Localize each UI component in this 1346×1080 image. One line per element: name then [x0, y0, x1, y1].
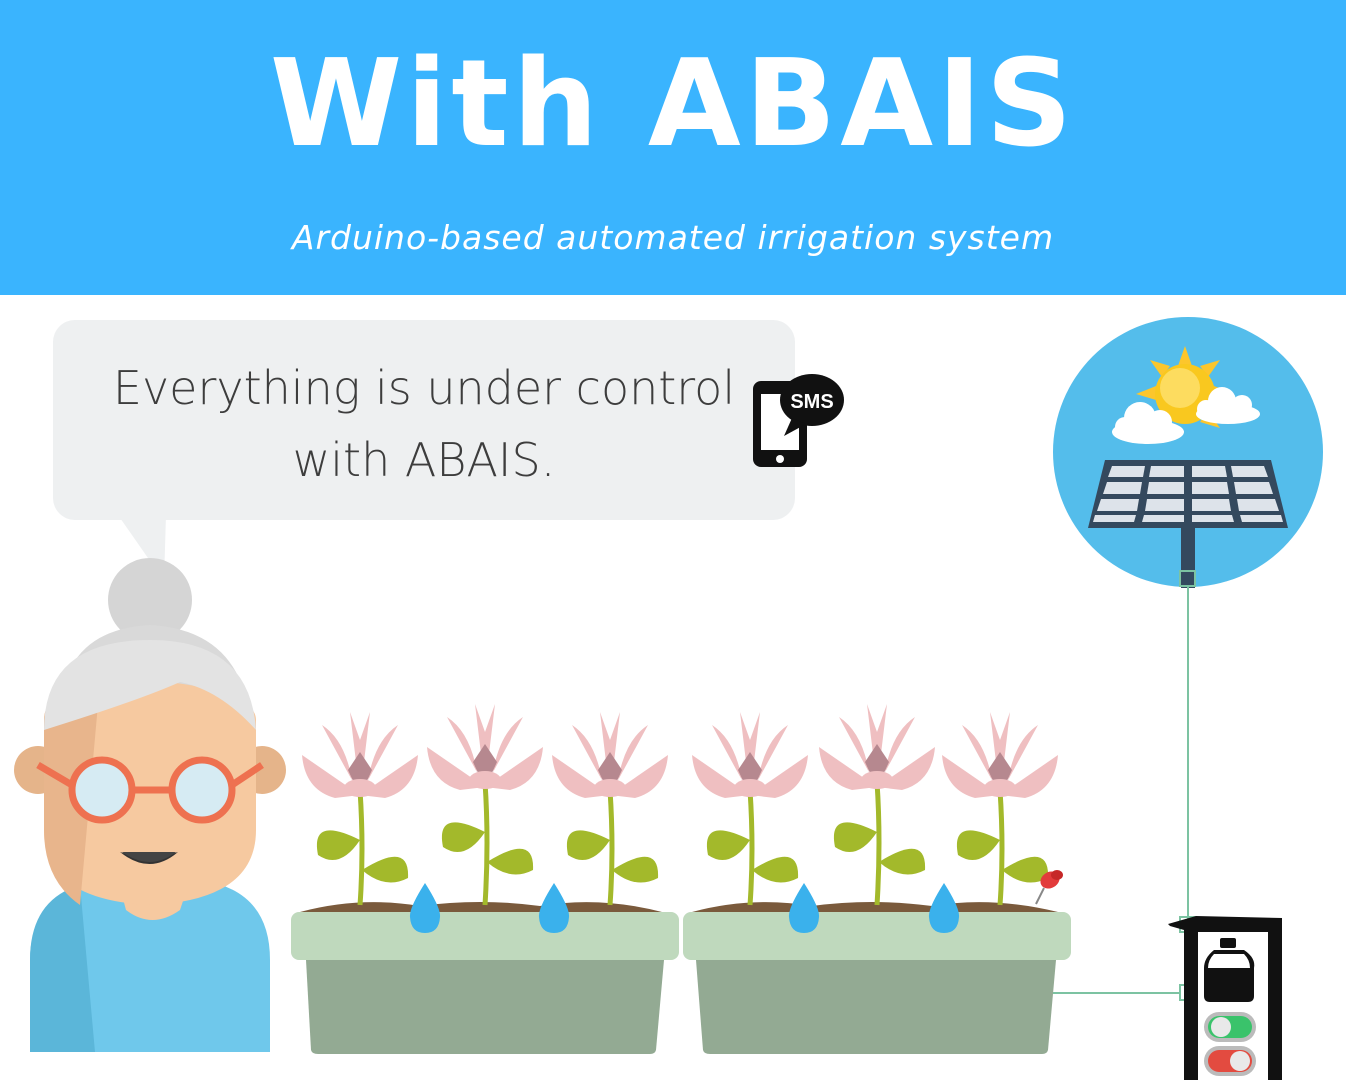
flower-icon [552, 712, 668, 906]
controller-box [1168, 916, 1282, 1080]
flower-icon [302, 712, 418, 906]
water-drop-icon [928, 883, 960, 933]
flower-row [302, 704, 1058, 906]
solar-panel-icon [1088, 460, 1288, 588]
sms-badge-text: SMS [790, 391, 833, 413]
water-tank-icon [1204, 938, 1255, 1002]
solar-panel-circle [1053, 317, 1323, 588]
water-drop-icon [409, 883, 441, 933]
flower-icon [819, 704, 935, 906]
planter-right [683, 902, 1071, 1054]
toggle-switch-icon[interactable] [1204, 1012, 1256, 1042]
planter-left [291, 902, 679, 1054]
flower-icon [692, 712, 808, 906]
water-drop-icon [788, 883, 820, 933]
sms-phone-icon: SMS [753, 374, 844, 467]
water-drop-icon [538, 883, 570, 933]
toggle-switch-icon[interactable] [1204, 1046, 1256, 1076]
elderly-woman-icon [14, 558, 286, 1052]
flower-icon [942, 712, 1058, 906]
flower-icon [427, 704, 543, 906]
scene-illustration: SMS [14, 317, 1323, 1080]
